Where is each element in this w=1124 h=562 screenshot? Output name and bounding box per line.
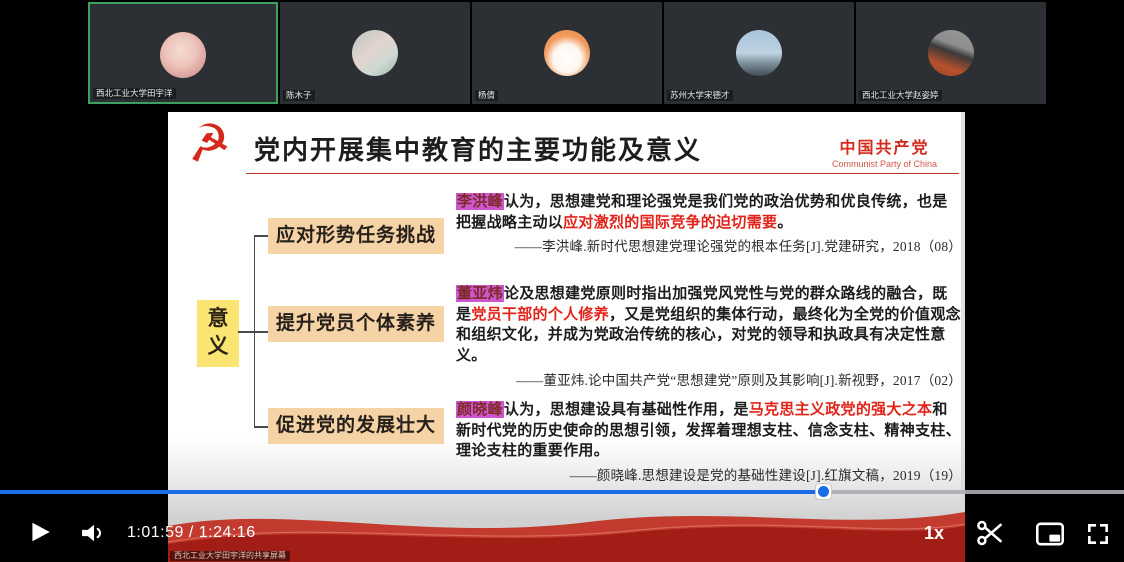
shared-screen-slide: ☭ 党内开展集中教育的主要功能及意义 中国共产党 Communist Party… <box>168 112 965 562</box>
playback-speed-button[interactable]: 1x <box>924 523 944 544</box>
citation: ——董亚炜.论中国共产党“思想建党”原则及其影响[J].新视野，2017（02） <box>456 369 962 389</box>
share-source-label: 西北工业大学田宇洋的共享屏幕 <box>170 551 290 561</box>
progress-fill <box>0 490 823 494</box>
diagram-branch-1: 应对形势任务挑战 <box>268 218 444 254</box>
citation: ——李洪峰.新时代思想建党理论强党的根本任务[J].党建研究，2018（08） <box>456 235 962 255</box>
clip-scissors-button[interactable] <box>974 518 1006 548</box>
bracket-stub-bottom <box>254 426 268 428</box>
video-player: 西北工业大学田宇洋 陈木子 杨倩 苏州大学宋德才 西北工业大学赵姿婷 ☭ 党内开… <box>0 0 1124 562</box>
pink-cartoon-avatar <box>160 32 206 78</box>
time-display: 1:01:59 / 1:24:16 <box>127 524 256 542</box>
author-highlight: 颜晓峰 <box>456 401 504 418</box>
hammer-sickle-icon: ☭ <box>182 112 234 175</box>
diagram-branch-2: 提升党员个体素养 <box>268 306 444 342</box>
participant-tile: 西北工业大学赵姿婷 <box>856 2 1046 104</box>
citation: ——颜晓峰.思想建设是党的基础性建设[J].红旗文稿，2019（19） <box>456 464 962 484</box>
participant-name: 西北工业大学田宇洋 <box>93 88 176 99</box>
diagram-branch-3: 促进党的发展壮大 <box>268 408 444 444</box>
bracket-stub-top <box>254 235 268 237</box>
picture-in-picture-button[interactable] <box>1034 520 1066 548</box>
participant-name: 西北工业大学赵姿婷 <box>859 90 942 101</box>
diagram-root-box: 意义 <box>197 300 239 367</box>
quote-block-2: 董亚炜论及思想建党原则时指出加强党风党性与党的群众路线的融合，既是党员干部的个人… <box>456 284 962 389</box>
participant-filmstrip: 西北工业大学田宇洋 陈木子 杨倩 苏州大学宋德才 西北工业大学赵姿婷 <box>88 2 1046 104</box>
bracket-stub-middle <box>238 331 268 333</box>
participant-name: 苏州大学宋德才 <box>667 90 733 101</box>
flower-avatar <box>352 30 398 76</box>
progress-knob[interactable] <box>815 483 832 500</box>
participant-tile: 西北工业大学田宇洋 <box>88 2 278 104</box>
fullscreen-button[interactable] <box>1084 521 1112 547</box>
progress-bar[interactable] <box>0 490 1124 494</box>
participant-name: 杨倩 <box>475 90 498 101</box>
participant-name: 陈木子 <box>283 90 315 101</box>
participant-tile: 杨倩 <box>472 2 662 104</box>
volume-icon[interactable] <box>80 520 107 546</box>
quote-block-3: 颜晓峰认为，思想建设具有基础性作用，是马克思主义政党的强大之本和新时代党的历史使… <box>456 400 962 484</box>
participant-tile: 苏州大学宋德才 <box>664 2 854 104</box>
author-highlight: 董亚炜 <box>456 285 504 302</box>
lake-landscape-avatar <box>736 30 782 76</box>
quote-block-1: 李洪峰认为，思想建党和理论强党是我们党的政治优势和优良传统，也是把握战略主动以应… <box>456 192 962 255</box>
play-button[interactable] <box>27 519 53 545</box>
puppy-cartoon-avatar <box>544 30 590 76</box>
participant-tile: 陈木子 <box>280 2 470 104</box>
author-highlight: 李洪峰 <box>456 193 504 210</box>
orange-jacket-avatar <box>928 30 974 76</box>
